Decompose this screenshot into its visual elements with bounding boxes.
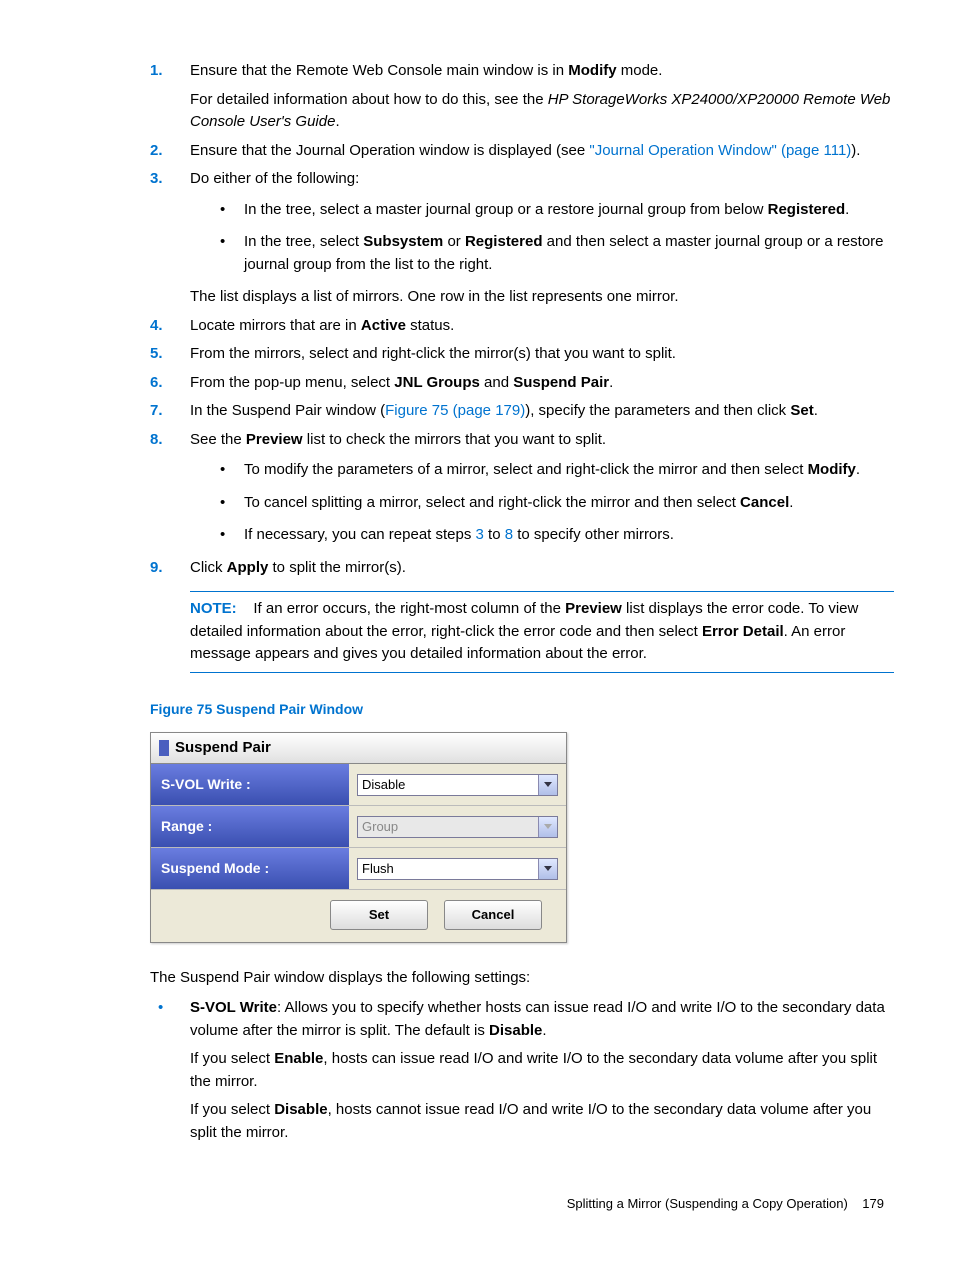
step-text: Ensure that the Journal Operation window… — [190, 142, 860, 159]
step-3: 3. Do either of the following: In the tr… — [150, 168, 894, 309]
svol-write-label: S-VOL Write : — [151, 764, 349, 805]
step-4: 4. Locate mirrors that are in Active sta… — [150, 315, 894, 338]
chevron-down-icon — [538, 775, 557, 795]
step-5: 5. From the mirrors, select and right-cl… — [150, 343, 894, 366]
settings-list: S-VOL Write: Allows you to specify wheth… — [150, 997, 894, 1144]
link-journal-window[interactable]: "Journal Operation Window" (page 111) — [589, 142, 851, 159]
link-figure-75[interactable]: Figure 75 (page 179) — [385, 402, 525, 419]
dialog-row-range: Range : Group — [151, 806, 566, 848]
page-content: 1. Ensure that the Remote Web Console ma… — [60, 60, 894, 1144]
step-number: 2. — [150, 140, 163, 163]
dialog-row-svol: S-VOL Write : Disable — [151, 764, 566, 806]
step-2: 2. Ensure that the Journal Operation win… — [150, 140, 894, 163]
sub-item: If necessary, you can repeat steps 3 to … — [220, 524, 894, 547]
step-text: Click Apply to split the mirror(s). — [190, 559, 406, 576]
step-number: 7. — [150, 400, 163, 423]
footer-text: Splitting a Mirror (Suspending a Copy Op… — [567, 1196, 848, 1211]
suspend-mode-value: Flush — [362, 859, 394, 879]
step-9: 9. Click Apply to split the mirror(s). N… — [150, 557, 894, 673]
chevron-down-icon — [538, 817, 557, 837]
dialog-row-suspend-mode: Suspend Mode : Flush — [151, 848, 566, 890]
step-text: From the pop-up menu, select JNL Groups … — [190, 374, 613, 391]
link-step-3[interactable]: 3 — [476, 526, 484, 543]
dialog-icon — [159, 740, 169, 756]
step-8: 8. See the Preview list to check the mir… — [150, 429, 894, 547]
note-block: NOTE: If an error occurs, the right-most… — [190, 591, 894, 673]
para: If you select Disable, hosts cannot issu… — [190, 1099, 894, 1144]
dialog-buttons: Set Cancel — [151, 890, 566, 942]
step-text: Locate mirrors that are in Active status… — [190, 317, 454, 334]
step-text: Do either of the following: — [190, 170, 359, 187]
para: If you select Enable, hosts can issue re… — [190, 1048, 894, 1093]
step-number: 5. — [150, 343, 163, 366]
figure-title: Figure 75 Suspend Pair Window — [150, 699, 894, 720]
suspend-pair-dialog: Suspend Pair S-VOL Write : Disable Range… — [150, 732, 567, 943]
sub-item: To modify the parameters of a mirror, se… — [220, 459, 894, 482]
step-subtext: For detailed information about how to do… — [190, 89, 894, 134]
link-step-8[interactable]: 8 — [505, 526, 513, 543]
step-text: See the Preview list to check the mirror… — [190, 431, 606, 448]
sub-list: In the tree, select a master journal gro… — [220, 199, 894, 277]
svol-write-select[interactable]: Disable — [357, 774, 558, 796]
step-1: 1. Ensure that the Remote Web Console ma… — [150, 60, 894, 134]
note-label: NOTE: — [190, 600, 237, 617]
range-select: Group — [357, 816, 558, 838]
dialog-title-text: Suspend Pair — [175, 737, 271, 760]
range-value: Group — [362, 817, 398, 837]
step-number: 1. — [150, 60, 163, 83]
set-button[interactable]: Set — [330, 900, 428, 930]
range-label: Range : — [151, 806, 349, 847]
cancel-button[interactable]: Cancel — [444, 900, 542, 930]
step-6: 6. From the pop-up menu, select JNL Grou… — [150, 372, 894, 395]
step-text: Ensure that the Remote Web Console main … — [190, 62, 662, 79]
step-text: From the mirrors, select and right-click… — [190, 345, 676, 362]
step-text: In the Suspend Pair window (Figure 75 (p… — [190, 402, 818, 419]
suspend-mode-label: Suspend Mode : — [151, 848, 349, 889]
sub-item: In the tree, select a master journal gro… — [220, 199, 894, 222]
list-item: S-VOL Write: Allows you to specify wheth… — [150, 997, 894, 1144]
step-list: 1. Ensure that the Remote Web Console ma… — [150, 60, 894, 673]
page-number: 179 — [862, 1196, 884, 1211]
sub-item: To cancel splitting a mirror, select and… — [220, 492, 894, 515]
step-number: 6. — [150, 372, 163, 395]
step-number: 9. — [150, 557, 163, 580]
suspend-mode-select[interactable]: Flush — [357, 858, 558, 880]
chevron-down-icon — [538, 859, 557, 879]
sub-item: In the tree, select Subsystem or Registe… — [220, 231, 894, 276]
page-footer: Splitting a Mirror (Suspending a Copy Op… — [60, 1194, 894, 1214]
step-number: 8. — [150, 429, 163, 452]
step-number: 3. — [150, 168, 163, 191]
step-subtext: The list displays a list of mirrors. One… — [190, 286, 894, 309]
svol-write-value: Disable — [362, 775, 405, 795]
dialog-title-bar: Suspend Pair — [151, 733, 566, 765]
after-intro: The Suspend Pair window displays the fol… — [150, 967, 894, 990]
step-7: 7. In the Suspend Pair window (Figure 75… — [150, 400, 894, 423]
sub-list: To modify the parameters of a mirror, se… — [220, 459, 894, 547]
step-number: 4. — [150, 315, 163, 338]
